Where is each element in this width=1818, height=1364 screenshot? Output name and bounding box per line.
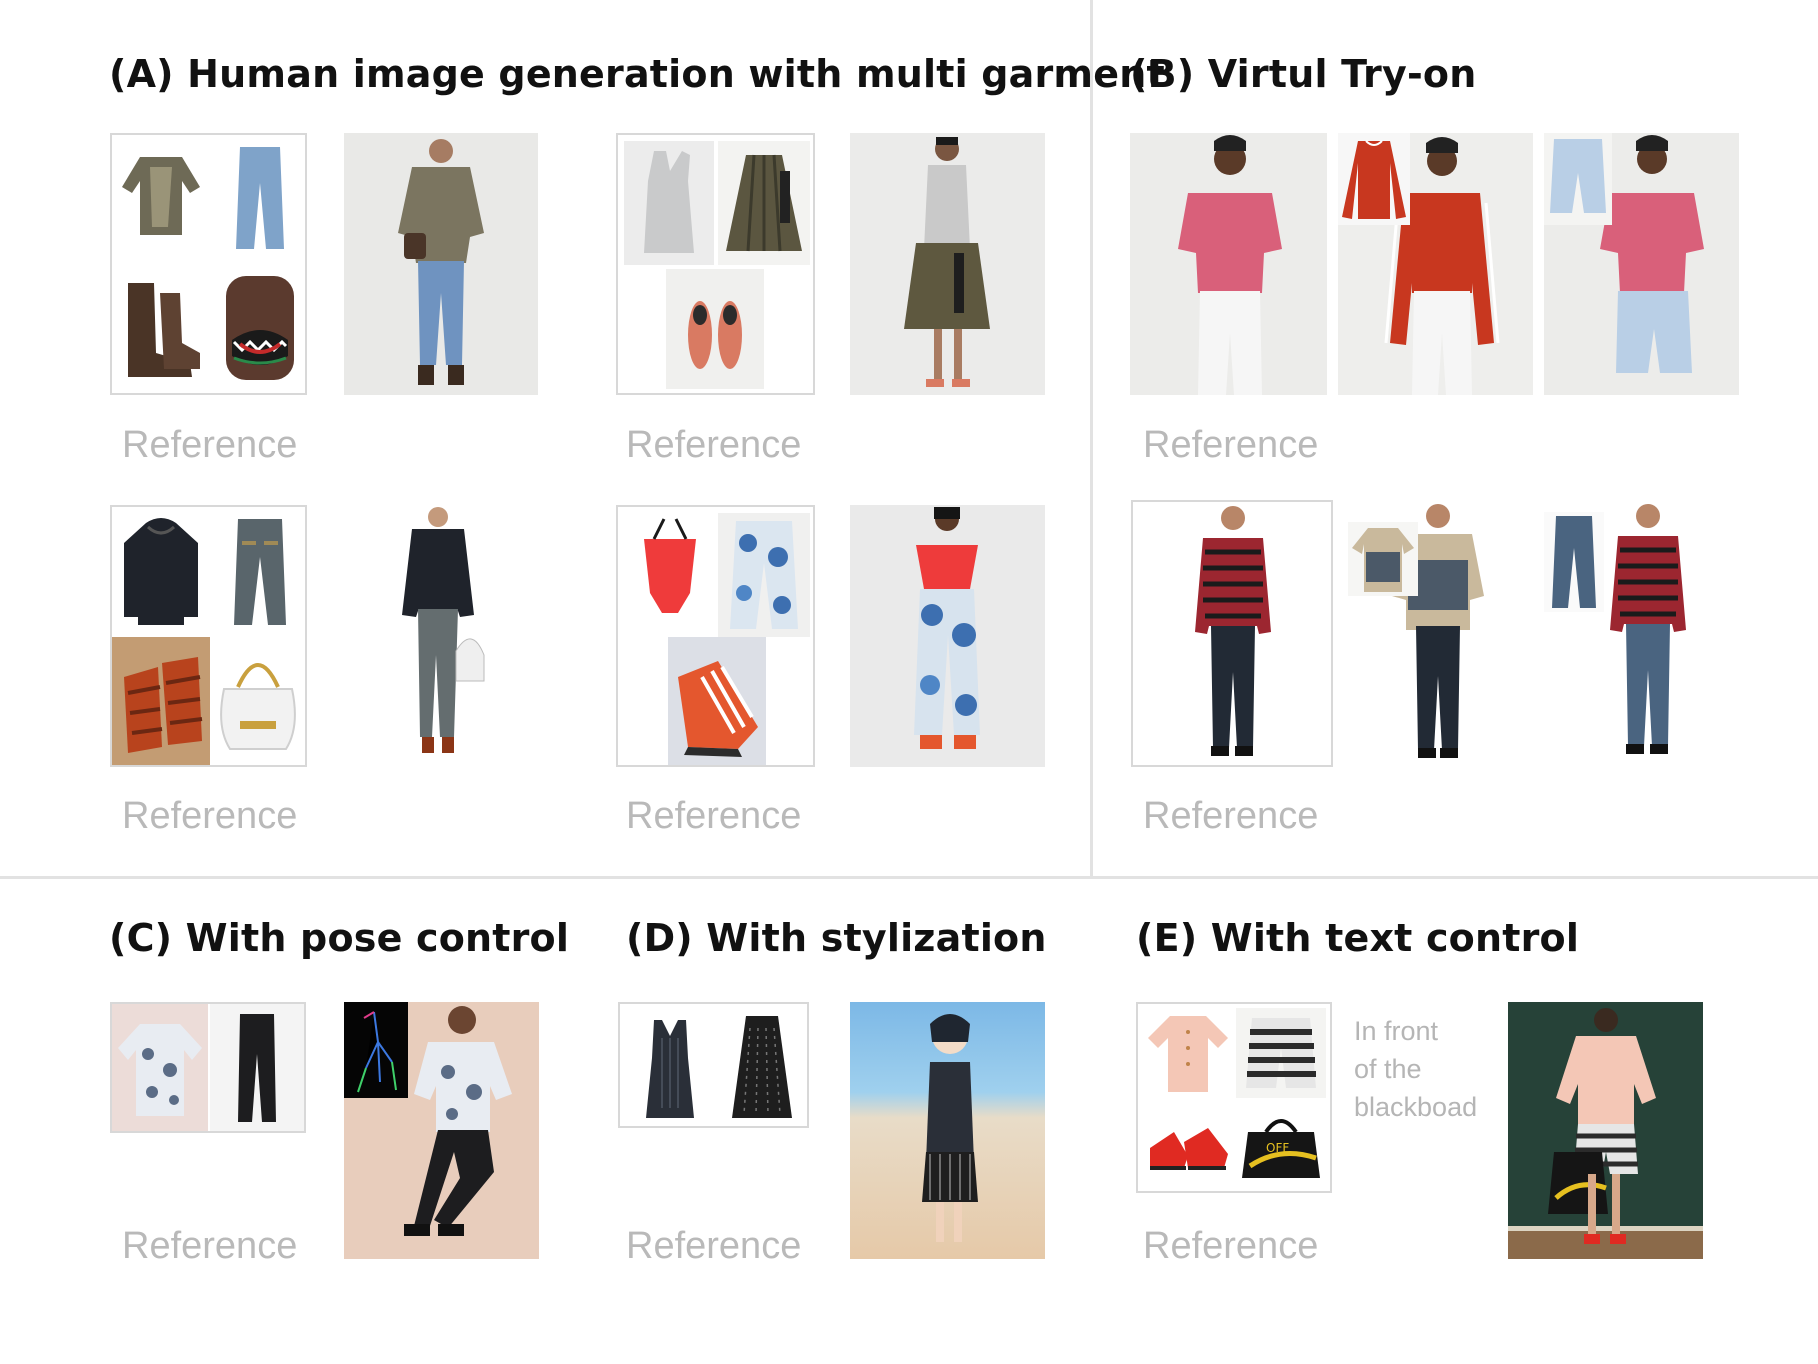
a4-generated-image: [850, 505, 1045, 767]
boots-icon: [120, 273, 202, 383]
b2-tryon-jeans: [1544, 500, 1739, 767]
a1-reference-garments: [110, 133, 307, 395]
e-generated-image: [1508, 1002, 1703, 1259]
shark-backpack-icon: [220, 270, 300, 385]
c-reference-garments: [110, 1002, 306, 1133]
b1-tryon-shorts: [1544, 133, 1739, 395]
tote-bag-icon: OFF: [1236, 1102, 1326, 1188]
blouse-icon: [1144, 1008, 1232, 1098]
handbag-icon: [212, 637, 304, 765]
e-reference-label: Reference: [1143, 1225, 1319, 1267]
a4-reference-label: Reference: [626, 795, 802, 837]
a4-reference-garments: [616, 505, 815, 767]
jeans-icon: [228, 513, 292, 631]
d-generated-image: [850, 1002, 1045, 1259]
metallic-blouse-icon: [120, 147, 202, 242]
plaid-skirt-icon: [718, 141, 810, 265]
red-sneakers-icon: [1144, 1102, 1232, 1188]
d-reference-label: Reference: [626, 1225, 802, 1267]
a2-reference-label: Reference: [626, 424, 802, 466]
b1-reference-label: Reference: [1143, 424, 1319, 466]
horizontal-divider: [0, 876, 1818, 879]
b2-reference-label: Reference: [1143, 795, 1319, 837]
a1-generated-image: [344, 133, 538, 395]
tank-top-icon: [624, 141, 714, 265]
black-dress-icon: [628, 1008, 712, 1124]
section-b-title: (B) Virtul Try-on: [1130, 52, 1477, 96]
hoodie-icon: [118, 513, 204, 631]
jeans-icon: [1544, 512, 1604, 612]
shorts-icon: [1544, 133, 1612, 225]
c-generated-image: [344, 1002, 539, 1259]
swimsuit-icon: [624, 513, 716, 637]
a3-generated-image: [344, 505, 538, 767]
section-d-title: (D) With stylization: [626, 916, 1047, 960]
c-reference-label: Reference: [122, 1225, 298, 1267]
floral-shirt-icon: [1348, 522, 1418, 596]
a3-reference-garments: [110, 505, 307, 767]
b1-reference-image: [1130, 133, 1327, 395]
red-longsleeve-icon: [1338, 133, 1410, 225]
vertical-divider: [1090, 0, 1093, 878]
section-a-title: (A) Human image generation with multi ga…: [109, 52, 1165, 96]
floral-pants-icon: [718, 513, 810, 637]
sneaker-icon: [668, 637, 766, 765]
sandals-icon: [112, 637, 210, 765]
d-reference-garments: [618, 1002, 809, 1128]
svg-text:OFF: OFF: [1266, 1141, 1289, 1155]
section-c-title: (C) With pose control: [109, 916, 570, 960]
b2-reference-image: [1131, 500, 1333, 767]
loafers-icon: [666, 269, 764, 389]
jeans-icon: [230, 143, 290, 253]
black-pants-icon: [210, 1004, 304, 1131]
a3-reference-label: Reference: [122, 795, 298, 837]
striped-shorts-icon: [1236, 1008, 1326, 1098]
pleated-skirt-icon: [720, 1008, 804, 1124]
printed-shirt-icon: [112, 1004, 208, 1131]
b1-tryon-longsleeve: [1338, 133, 1533, 395]
e-reference-garments: OFF: [1136, 1002, 1332, 1193]
text-prompt: In front of the blackboad: [1354, 1016, 1478, 1122]
b2-tryon-shirt: [1338, 500, 1533, 767]
a1-reference-label: Reference: [122, 424, 298, 466]
a2-generated-image: [850, 133, 1045, 395]
a2-reference-garments: [616, 133, 815, 395]
section-e-title: (E) With text control: [1136, 916, 1580, 960]
